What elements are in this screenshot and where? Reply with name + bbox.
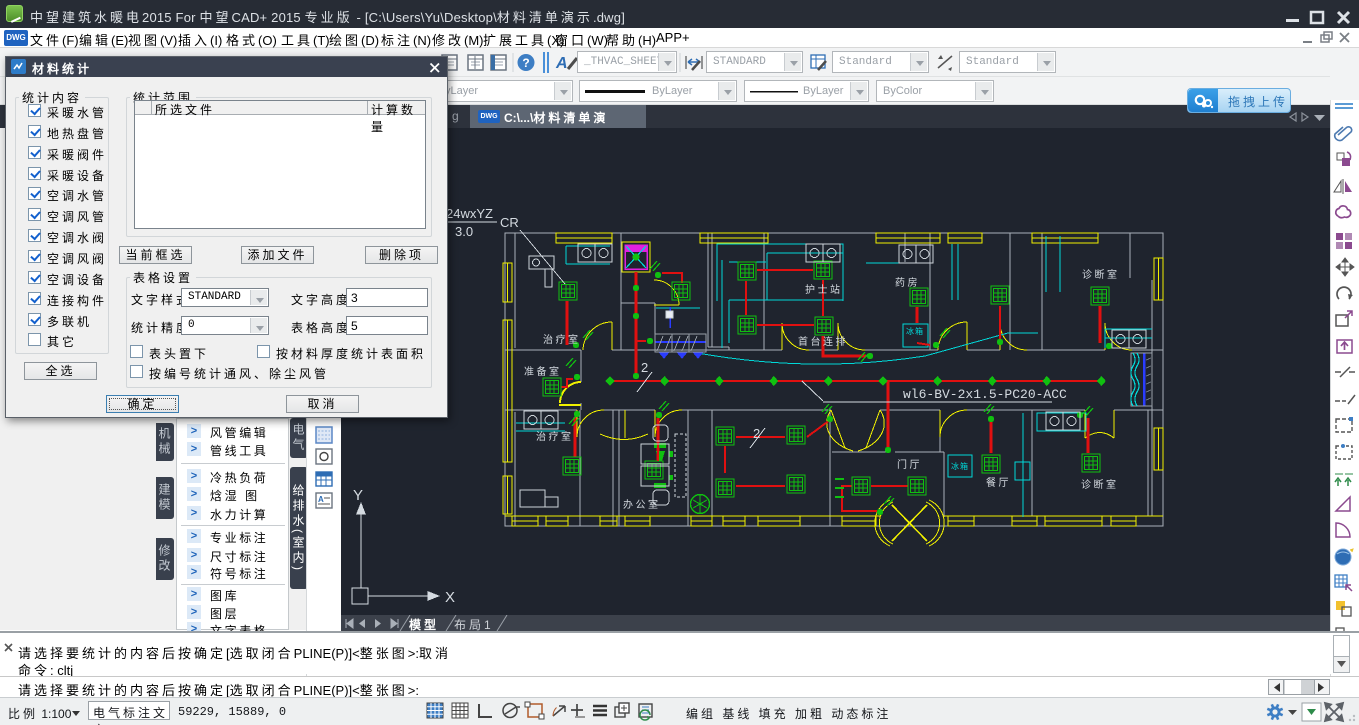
svg-text:准备室: 准备室 [524, 365, 562, 378]
svg-text:2: 2 [641, 360, 648, 375]
svg-text:X: X [445, 589, 455, 606]
svg-text:药房: 药房 [895, 276, 920, 289]
svg-text:治疗室: 治疗室 [543, 333, 581, 346]
svg-text:首台连排: 首台连排 [798, 335, 848, 348]
svg-text:CR: CR [500, 215, 519, 230]
svg-text:护士站: 护士站 [805, 283, 843, 296]
svg-text:诊断室: 诊断室 [1082, 268, 1120, 281]
svg-text:24wxYZ: 24wxYZ [446, 206, 493, 221]
svg-text:冰箱: 冰箱 [906, 326, 924, 336]
svg-text:Y: Y [353, 487, 363, 504]
svg-text:冰箱: 冰箱 [951, 461, 969, 471]
svg-text:3.0: 3.0 [455, 224, 473, 239]
svg-text:门厅: 门厅 [897, 458, 922, 471]
svg-text:A: A [318, 495, 324, 504]
svg-text:餐厅: 餐厅 [986, 476, 1011, 489]
svg-text:办公室: 办公室 [623, 498, 661, 511]
svg-text:A: A [555, 55, 568, 72]
svg-text:诊断室: 诊断室 [1081, 478, 1119, 491]
svg-text:wl6-BV-2x1.5-PC20-ACC: wl6-BV-2x1.5-PC20-ACC [903, 387, 1067, 402]
svg-text:治疗室: 治疗室 [536, 430, 574, 443]
svg-text:?: ? [522, 56, 529, 70]
